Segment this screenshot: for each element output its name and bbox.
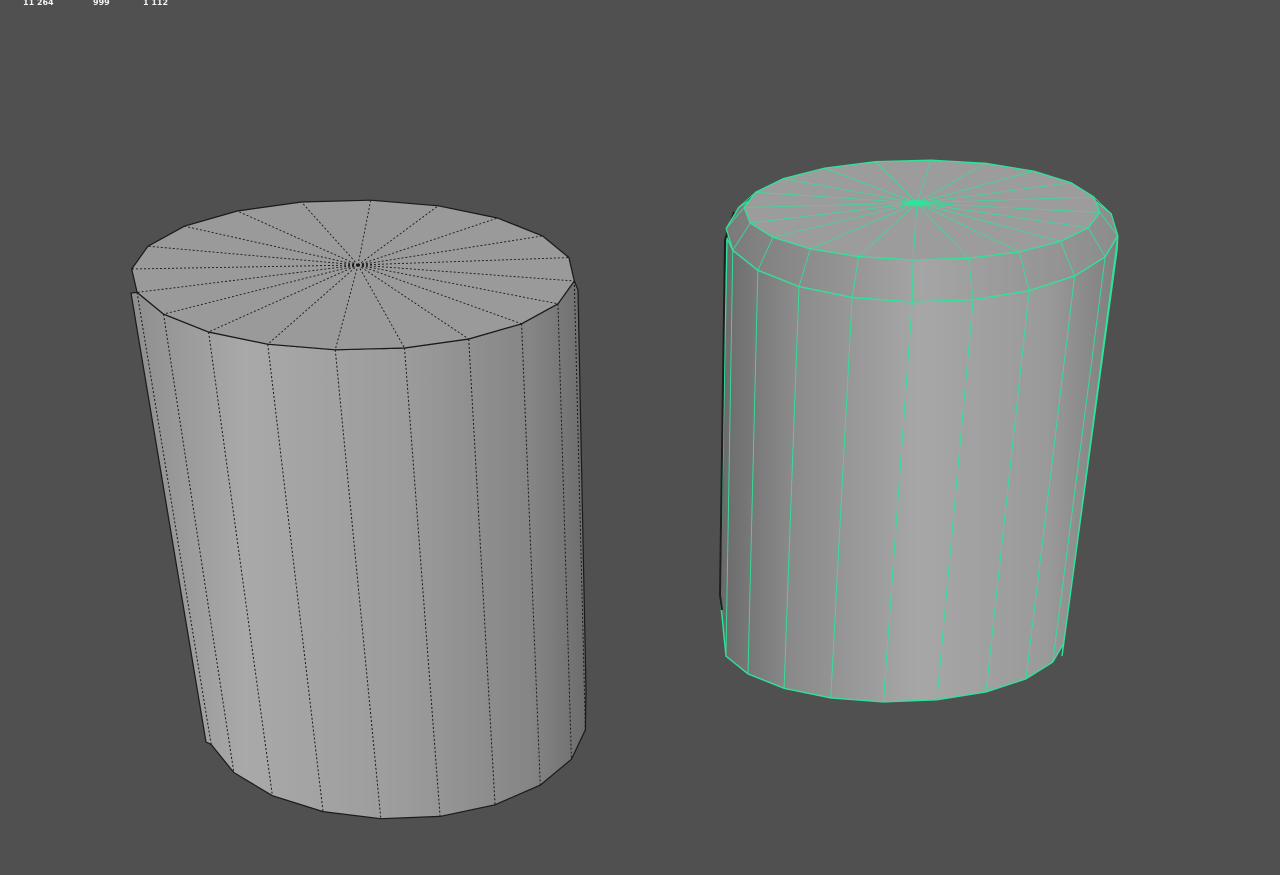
cylinder-beveled-selected-object[interactable] xyxy=(718,159,1119,703)
3d-viewport[interactable]: 11 264 999 1 112 xyxy=(0,0,1280,875)
cylinder-object[interactable] xyxy=(130,199,587,820)
cylinder-top-cap xyxy=(131,199,575,351)
selected-side-face xyxy=(719,235,1119,703)
scene-render xyxy=(130,159,1119,820)
selected-cap-center xyxy=(907,199,927,207)
cylinder-side-face xyxy=(130,279,587,820)
